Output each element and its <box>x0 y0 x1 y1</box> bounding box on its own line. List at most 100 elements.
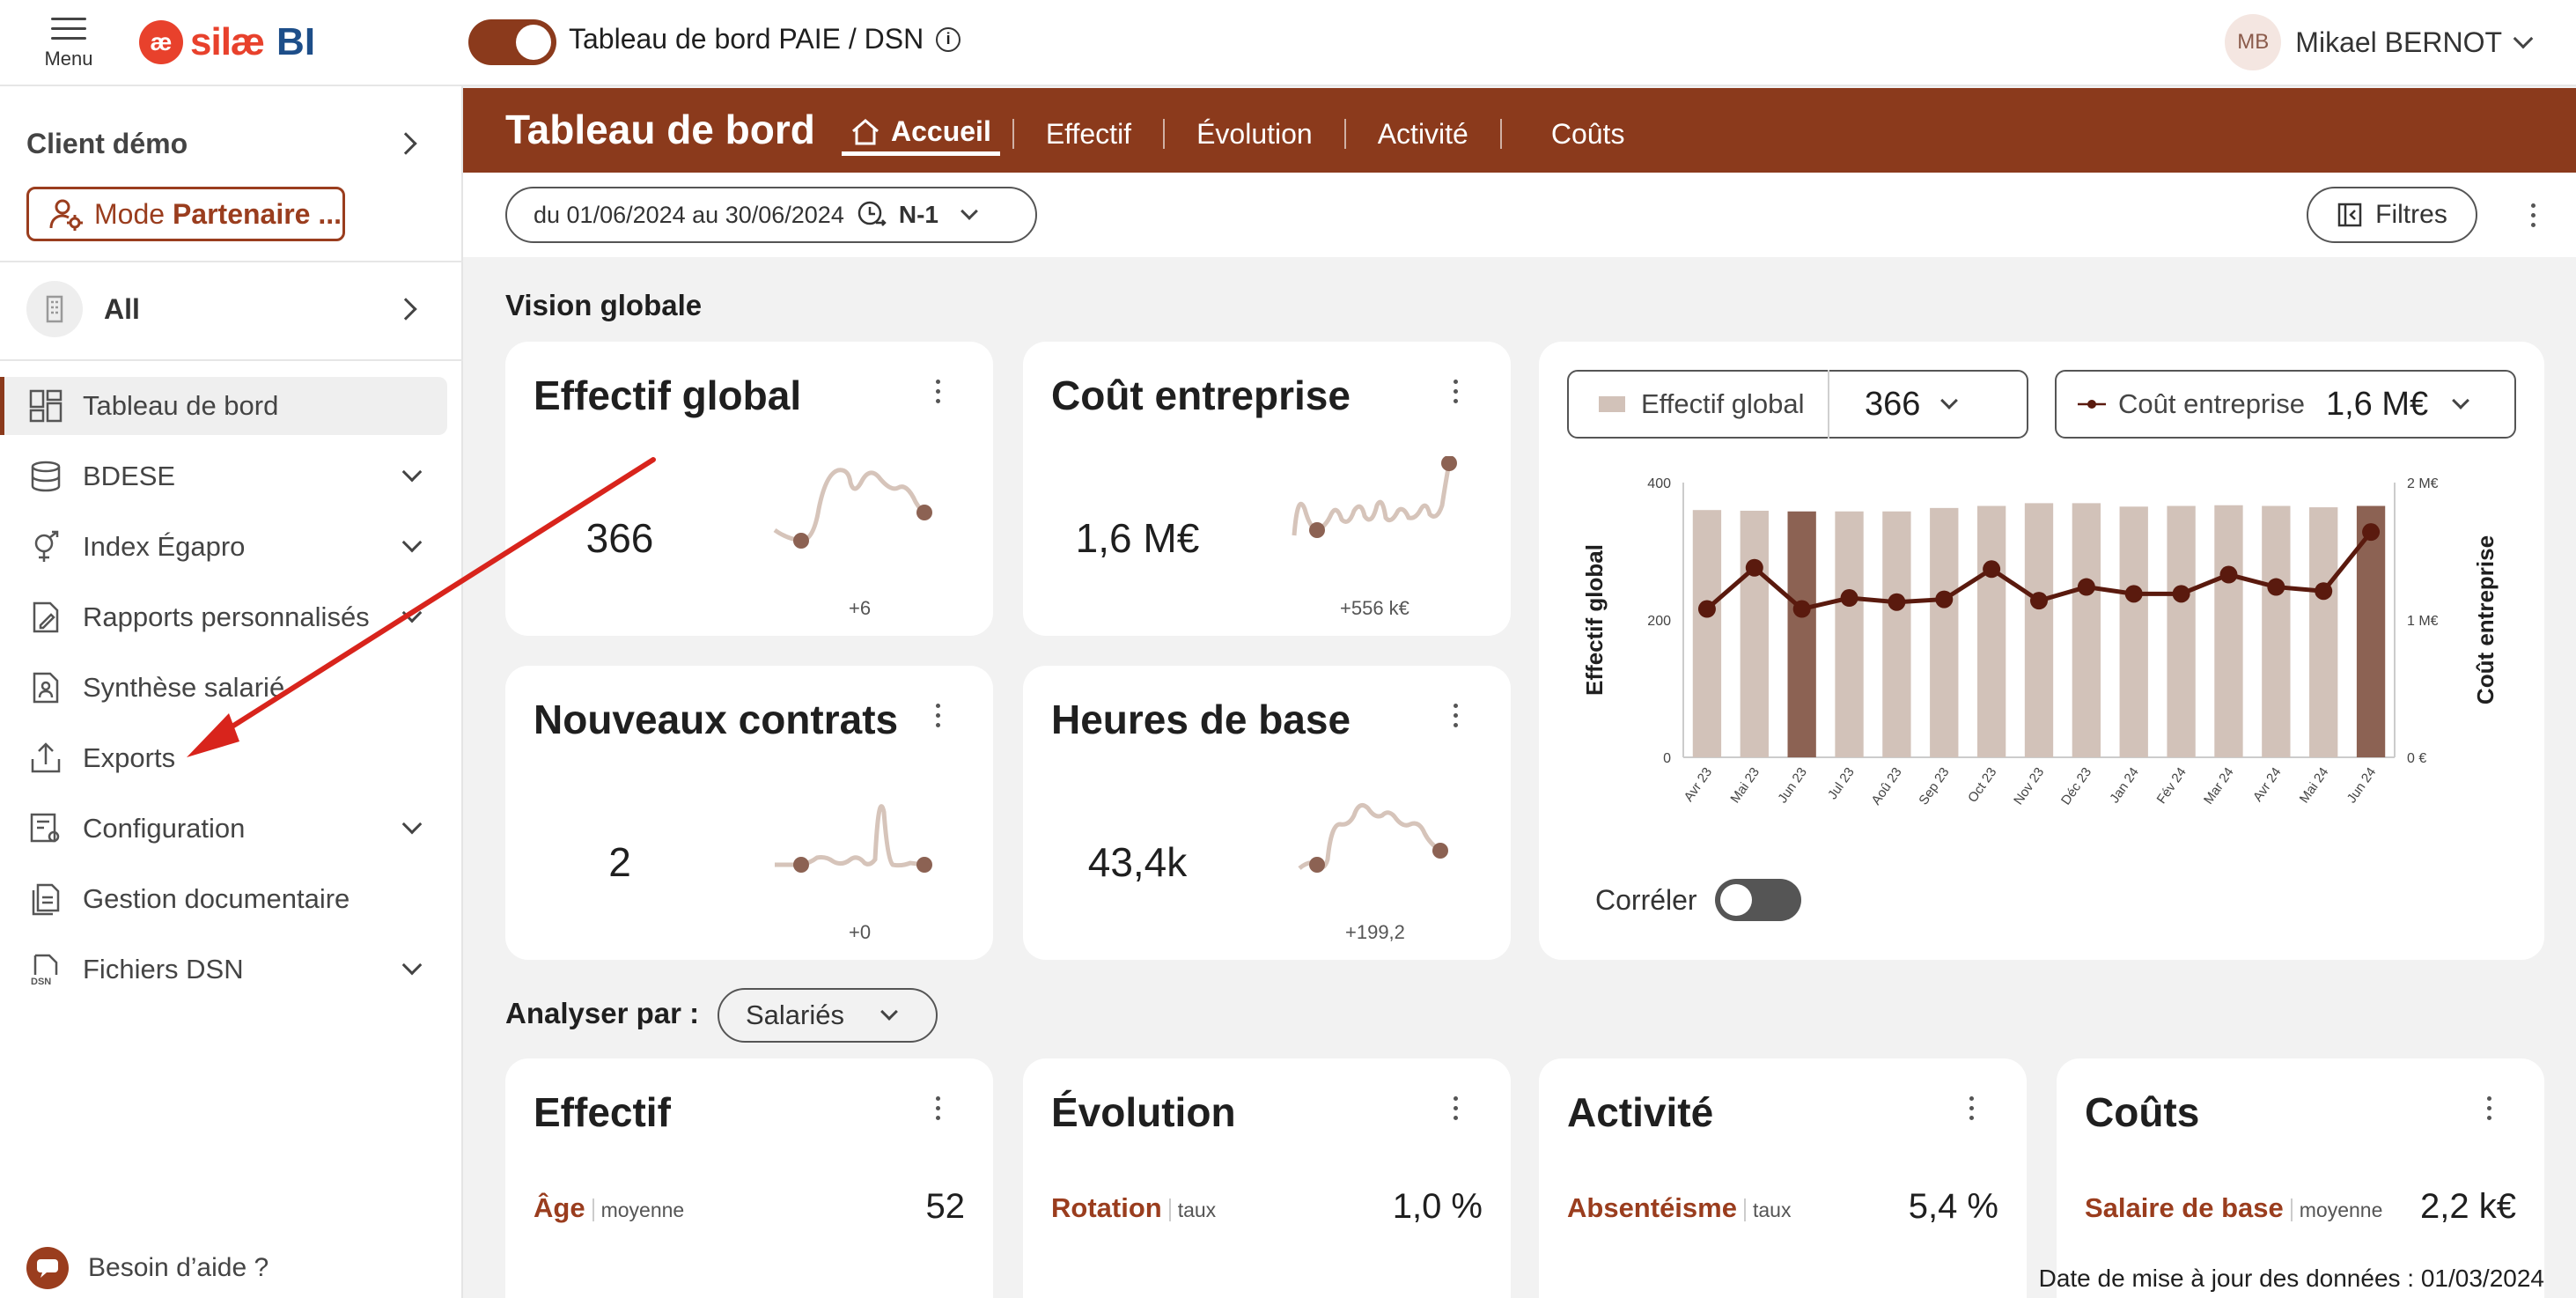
correlate-control: Corréler <box>1595 879 1801 921</box>
logo-text: silæ <box>190 20 265 63</box>
sidebar-item-fichiers-dsn[interactable]: DSN Fichiers DSN <box>0 940 447 999</box>
analyse-dropdown[interactable]: Salariés <box>718 988 938 1043</box>
user-menu[interactable]: MB Mikael BERNOT <box>2225 14 2534 70</box>
x-tick-label: Fév 24 <box>2154 765 2190 807</box>
sparkline <box>1298 802 1448 873</box>
kpi-card-nouveaux-contrats[interactable]: Nouveaux contrats 2 +0 <box>505 666 993 960</box>
cost-point-11 <box>2219 565 2238 584</box>
kpi-card-cout-entreprise[interactable]: Coût entreprise 1,6 M€ +556 k€ <box>1023 342 1511 636</box>
filters-label: Filtres <box>2375 200 2447 229</box>
more-options-icon[interactable] <box>1442 373 1468 409</box>
svg-text:DSN: DSN <box>31 977 51 986</box>
kpi-delta: +556 k€ <box>1340 597 1409 619</box>
chat-help-icon <box>26 1247 69 1289</box>
client-selector[interactable]: Client démo <box>26 122 417 166</box>
kpi-value: 43,4k <box>1087 839 1188 885</box>
sidebar-item-label: Exports <box>83 742 176 773</box>
y-tick-label: 400 <box>1647 476 1671 491</box>
date-range-selector[interactable]: du 01/06/2024 au 30/06/2024 N-1 <box>505 187 1037 243</box>
analysis-card-evolution[interactable]: Évolution Rotation taux 1,0 % <box>1023 1058 1511 1298</box>
establishment-selector[interactable]: All <box>26 278 417 340</box>
kpi-title: Coût entreprise <box>1051 372 1351 418</box>
sidebar-item-bdese[interactable]: BDESE <box>0 447 447 505</box>
y-tick-label: 200 <box>1647 614 1671 629</box>
cost-point-7 <box>2030 592 2048 610</box>
tab-bar: Accueil Effectif Évolution Activité Coût… <box>842 107 1656 160</box>
sidebar-item-label: Configuration <box>83 813 246 844</box>
x-tick-label: Mai 23 <box>1727 765 1763 807</box>
more-options-icon[interactable] <box>1442 697 1468 733</box>
chevron-down-icon <box>880 1003 898 1021</box>
more-options-icon[interactable] <box>1442 1090 1468 1125</box>
help-button[interactable]: Besoin d’aide ? <box>26 1247 269 1289</box>
more-options-icon[interactable] <box>2476 1090 2502 1125</box>
more-options-icon[interactable] <box>2520 197 2546 232</box>
x-tick-label: Avr 24 <box>2250 765 2285 805</box>
bar-8 <box>2072 503 2101 757</box>
data-update-date: Date de mise à jour des données : 01/03/… <box>2038 1265 2544 1292</box>
user-name: Mikael BERNOT <box>2295 26 2502 58</box>
metric-sub: taux <box>1743 1198 1792 1221</box>
metric-name: Âge <box>534 1192 585 1223</box>
info-icon[interactable]: i <box>936 26 961 52</box>
chart-card: Effectif global 366 Coût entreprise 1,6 … <box>1539 342 2544 960</box>
sidebar-item-label: Gestion documentaire <box>83 883 350 914</box>
logo-bi: BI <box>276 20 316 63</box>
kpi-title: Heures de base <box>1051 697 1351 742</box>
tab-label: Accueil <box>891 115 991 147</box>
analysis-card-effectif[interactable]: Effectif Âge moyenne 52 <box>505 1058 993 1298</box>
chevron-down-icon <box>401 532 423 553</box>
analysis-card-activite[interactable]: Activité Absentéisme taux 5,4 % <box>1539 1058 2027 1298</box>
sidebar-item-gestion-documentaire[interactable]: Gestion documentaire <box>0 870 447 928</box>
tab-couts[interactable]: Coûts <box>1502 112 1657 156</box>
bar-2 <box>1787 511 1816 757</box>
legend-selector-effectif[interactable]: Effectif global 366 <box>1567 370 2028 439</box>
legend-name: Coût entreprise <box>2118 388 2305 419</box>
config-icon <box>28 811 63 846</box>
top-bar: Menu æ silæ BI Tableau de bord PAIE / DS… <box>0 0 2576 86</box>
sidebar-divider <box>0 359 463 361</box>
y-axis-label: Effectif global <box>1581 544 1608 696</box>
tab-activite[interactable]: Activité <box>1346 112 1500 156</box>
more-options-icon[interactable] <box>924 697 951 733</box>
more-options-icon[interactable] <box>924 1090 951 1125</box>
menu-button[interactable]: Menu <box>33 16 104 77</box>
chevron-down-icon <box>401 814 423 835</box>
sidebar-item-tableau-de-bord[interactable]: Tableau de bord <box>0 377 447 435</box>
tab-effectif[interactable]: Effectif <box>1014 112 1163 156</box>
x-tick-label: Avr 23 <box>1682 765 1716 805</box>
x-tick-label: Aoû 23 <box>1868 765 1904 808</box>
chevron-down-icon <box>401 461 423 483</box>
filters-button[interactable]: Filtres <box>2307 187 2477 243</box>
gender-icon <box>28 529 63 564</box>
mode-partner-button[interactable]: Mode Partenaire ... <box>26 187 345 241</box>
metric-name: Salaire de base <box>2085 1192 2284 1223</box>
legend-value: 366 <box>1865 385 1921 423</box>
sidebar-item-index-egapro[interactable]: Index Égapro <box>0 518 447 576</box>
sparkline <box>773 468 932 549</box>
dashboard-toggle[interactable] <box>468 19 556 65</box>
bar-6 <box>1976 505 2006 757</box>
metric-value: 5,4 % <box>1908 1187 1998 1226</box>
header-band: Tableau de bord Accueil Effectif Évoluti… <box>463 88 2576 173</box>
bar-13 <box>2309 507 2338 757</box>
more-options-icon[interactable] <box>924 373 951 409</box>
bar-12 <box>2262 505 2291 757</box>
kpi-card-effectif-global[interactable]: Effectif global 366 +6 <box>505 342 993 636</box>
legend-selector-cout[interactable]: Coût entreprise 1,6 M€ <box>2055 370 2516 439</box>
sidebar-item-synthese-salarie[interactable]: Synthèse salarié <box>0 659 447 717</box>
bar-0 <box>1692 510 1722 757</box>
tab-evolution[interactable]: Évolution <box>1165 112 1344 156</box>
kpi-delta: +6 <box>849 597 872 619</box>
cost-point-10 <box>2172 585 2190 603</box>
y2-tick-label: 0 € <box>2407 751 2426 766</box>
sidebar-item-exports[interactable]: Exports <box>0 729 447 787</box>
analysis-card-couts[interactable]: Coûts Salaire de base moyenne 2,2 k€ <box>2057 1058 2544 1298</box>
more-options-icon[interactable] <box>1958 1090 1984 1125</box>
sidebar-item-rapports-personnalises[interactable]: Rapports personnalisés <box>0 588 447 646</box>
kpi-card-heures-de-base[interactable]: Heures de base 43,4k +199,2 <box>1023 666 1511 960</box>
cost-point-5 <box>1935 590 1954 608</box>
correlate-toggle[interactable] <box>1714 879 1801 921</box>
tab-accueil[interactable]: Accueil <box>842 112 1000 156</box>
sidebar-item-configuration[interactable]: Configuration <box>0 800 447 858</box>
